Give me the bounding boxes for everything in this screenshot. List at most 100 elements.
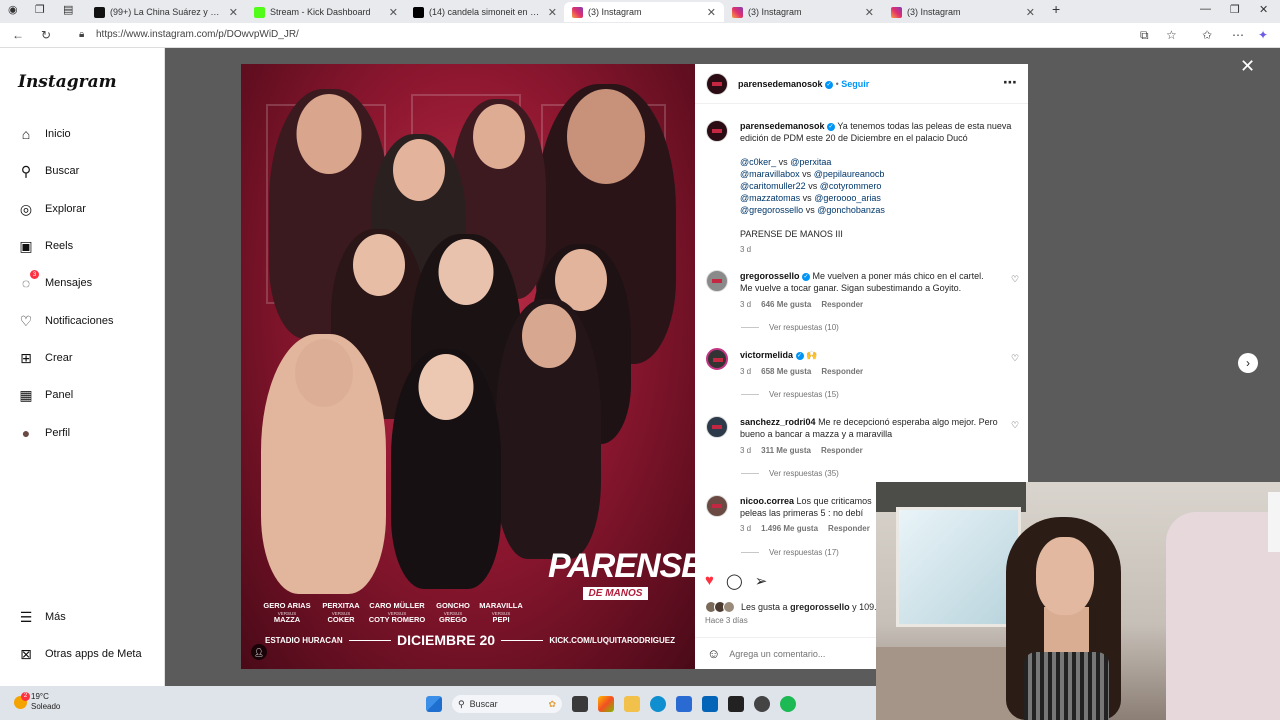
comment-input[interactable]: Agrega un comentario... [729, 649, 825, 659]
reply-button[interactable]: Responder [821, 446, 863, 455]
view-replies-button[interactable]: Ver respuestas (15) [741, 390, 839, 399]
spotify-icon[interactable] [780, 696, 796, 712]
favorites-icon[interactable]: ✩ [1202, 28, 1212, 42]
workspaces-icon[interactable]: ❐ [35, 3, 45, 16]
reply-button[interactable]: Responder [828, 524, 870, 533]
close-tab-icon[interactable]: ✕ [229, 6, 238, 19]
comment-username[interactable]: gregorossello [740, 271, 800, 281]
app-available-icon[interactable]: ⧉ [1140, 28, 1149, 43]
likes-user[interactable]: gregorossello [790, 602, 850, 612]
browser-tab-2[interactable]: Stream - Kick Dashboard ✕ [246, 2, 406, 22]
browser-tab-4-active[interactable]: (3) Instagram ✕ [564, 2, 724, 22]
mention-link[interactable]: @caritomuller22 [740, 181, 806, 191]
address-bar[interactable]: https://www.instagram.com/p/DOwvpWiD_JR/ [96, 29, 299, 40]
comment-like-icon[interactable]: ♡ [1011, 353, 1019, 364]
reply-button[interactable]: Responder [821, 367, 863, 376]
comment-username[interactable]: sanchezz_rodri04 [740, 417, 816, 427]
mention-link[interactable]: @c0ker_ [740, 157, 776, 167]
sidebar-item-mensajes[interactable]: ◌ 3 Mensajes [17, 270, 92, 293]
share-icon[interactable]: ➢ [755, 572, 768, 590]
sidebar-item-meta-apps[interactable]: ⊠ Otras apps de Meta [17, 644, 141, 664]
mention-link[interactable]: @gonchobanzas [817, 205, 885, 215]
comment-username[interactable]: nicoo.correa [740, 496, 794, 506]
taskbar-search[interactable]: ⚲ Buscar ✿ [452, 695, 562, 713]
close-window-icon[interactable]: ✕ [1259, 3, 1268, 16]
comment-likes[interactable]: 1.496 Me gusta [761, 524, 818, 533]
likes-summary[interactable]: Les gusta a gregorossello y 109. [705, 601, 880, 613]
browser-tab-5[interactable]: (3) Instagram ✕ [724, 2, 882, 22]
more-options-icon[interactable]: ⋯ [1003, 74, 1017, 91]
back-icon[interactable]: ← [12, 28, 24, 42]
likes-count[interactable]: y 109. [852, 602, 877, 612]
comment-icon[interactable]: ◯ [726, 572, 743, 590]
sidebar-item-panel[interactable]: ▦ Panel [17, 385, 73, 405]
view-replies-button[interactable]: Ver respuestas (17) [741, 548, 839, 557]
mention-link[interactable]: @gregorossello [740, 205, 803, 215]
reload-icon[interactable]: ↻ [41, 28, 51, 42]
comment-likes[interactable]: 646 Me gusta [761, 300, 811, 309]
windows-start-icon[interactable] [426, 696, 442, 712]
close-tab-icon[interactable]: ✕ [707, 6, 716, 19]
close-tab-icon[interactable]: ✕ [865, 6, 874, 19]
comment-like-icon[interactable]: ♡ [1011, 274, 1019, 285]
sidebar-item-buscar[interactable]: ⚲ Buscar [17, 161, 79, 181]
task-view-icon[interactable] [572, 696, 588, 712]
new-tab-icon[interactable]: + [1052, 1, 1060, 17]
sidebar-item-crear[interactable]: ⊞ Crear [17, 348, 72, 368]
copilot-taskbar-icon[interactable] [598, 696, 614, 712]
mention-link[interactable]: @geroooo_arias [814, 193, 881, 203]
mention-link[interactable]: @mazzatomas [740, 193, 800, 203]
extensions-icon[interactable]: ⋯ [1232, 28, 1244, 42]
author-avatar[interactable] [706, 73, 728, 95]
mention-link[interactable]: @cotyrommero [820, 181, 882, 191]
sidebar-item-notificaciones[interactable]: ♡ Notificaciones [17, 311, 114, 331]
mention-link[interactable]: @pepilaureanocb [814, 169, 885, 179]
comment-likes[interactable]: 311 Me gusta [761, 446, 811, 455]
mention-link[interactable]: @maravillabox [740, 169, 800, 179]
tab-actions-icon[interactable]: ▤ [63, 3, 73, 16]
author-avatar[interactable] [706, 120, 728, 142]
comment-username[interactable]: victormelida [740, 350, 793, 360]
browser-tab-3[interactable]: (14) candela simoneit en X: "Me h ✕ [405, 2, 565, 22]
close-tab-icon[interactable]: ✕ [1026, 6, 1035, 19]
copilot-icon[interactable]: ✦ [1258, 28, 1268, 42]
sidebar-item-explorar[interactable]: ◎ Explorar [17, 199, 86, 219]
liked-heart-icon[interactable]: ♥ [705, 572, 714, 590]
reply-button[interactable]: Responder [821, 300, 863, 309]
mention-link[interactable]: @perxitaa [790, 157, 831, 167]
sidebar-item-inicio[interactable]: ⌂ Inicio [17, 124, 71, 144]
commenter-avatar[interactable] [706, 416, 728, 438]
app-icon[interactable] [728, 696, 744, 712]
store-icon[interactable] [676, 696, 692, 712]
comment-likes[interactable]: 658 Me gusta [761, 367, 811, 376]
author-username[interactable]: parensedemanosok [738, 79, 823, 89]
comment-like-icon[interactable]: ♡ [1011, 420, 1019, 431]
file-explorer-icon[interactable] [624, 696, 640, 712]
minimize-icon[interactable]: — [1200, 3, 1211, 15]
close-icon[interactable]: ✕ [1240, 56, 1255, 77]
favorite-star-icon[interactable]: ☆ [1166, 28, 1177, 42]
view-replies-button[interactable]: Ver respuestas (10) [741, 323, 839, 332]
sidebar-item-perfil[interactable]: ● Perfil [17, 423, 70, 443]
view-replies-button[interactable]: Ver respuestas (35) [741, 469, 839, 478]
post-image[interactable]: PARENSE DE MANOS GERO ARIAS VERSUS MAZZA… [241, 64, 695, 669]
instagram-logo[interactable]: Instagram [18, 72, 117, 92]
outlook-icon[interactable] [702, 696, 718, 712]
lock-icon[interactable]: 🔒︎ [79, 29, 84, 40]
emoji-icon[interactable]: ☺ [707, 646, 720, 661]
sidebar-item-mas[interactable]: ☰ Más [17, 607, 66, 627]
browser-tab-1[interactable]: (99+) La China Suárez y su nuevo ✕ [86, 2, 246, 22]
browser-tab-6[interactable]: (3) Instagram ✕ [883, 2, 1043, 22]
sidebar-item-reels[interactable]: ▣ Reels [17, 236, 73, 256]
commenter-avatar[interactable] [706, 270, 728, 292]
weather-widget[interactable]: 2 19°C Soleado [14, 691, 60, 712]
commenter-avatar[interactable] [706, 348, 728, 370]
caption-username[interactable]: parensedemanosok [740, 121, 825, 131]
edge-icon[interactable] [650, 696, 666, 712]
maximize-icon[interactable]: ❐ [1230, 3, 1240, 16]
close-tab-icon[interactable]: ✕ [548, 6, 557, 19]
follow-button[interactable]: Seguir [841, 79, 869, 89]
profile-icon[interactable]: ◉ [8, 3, 18, 16]
app-icon[interactable] [754, 696, 770, 712]
close-tab-icon[interactable]: ✕ [389, 6, 398, 19]
